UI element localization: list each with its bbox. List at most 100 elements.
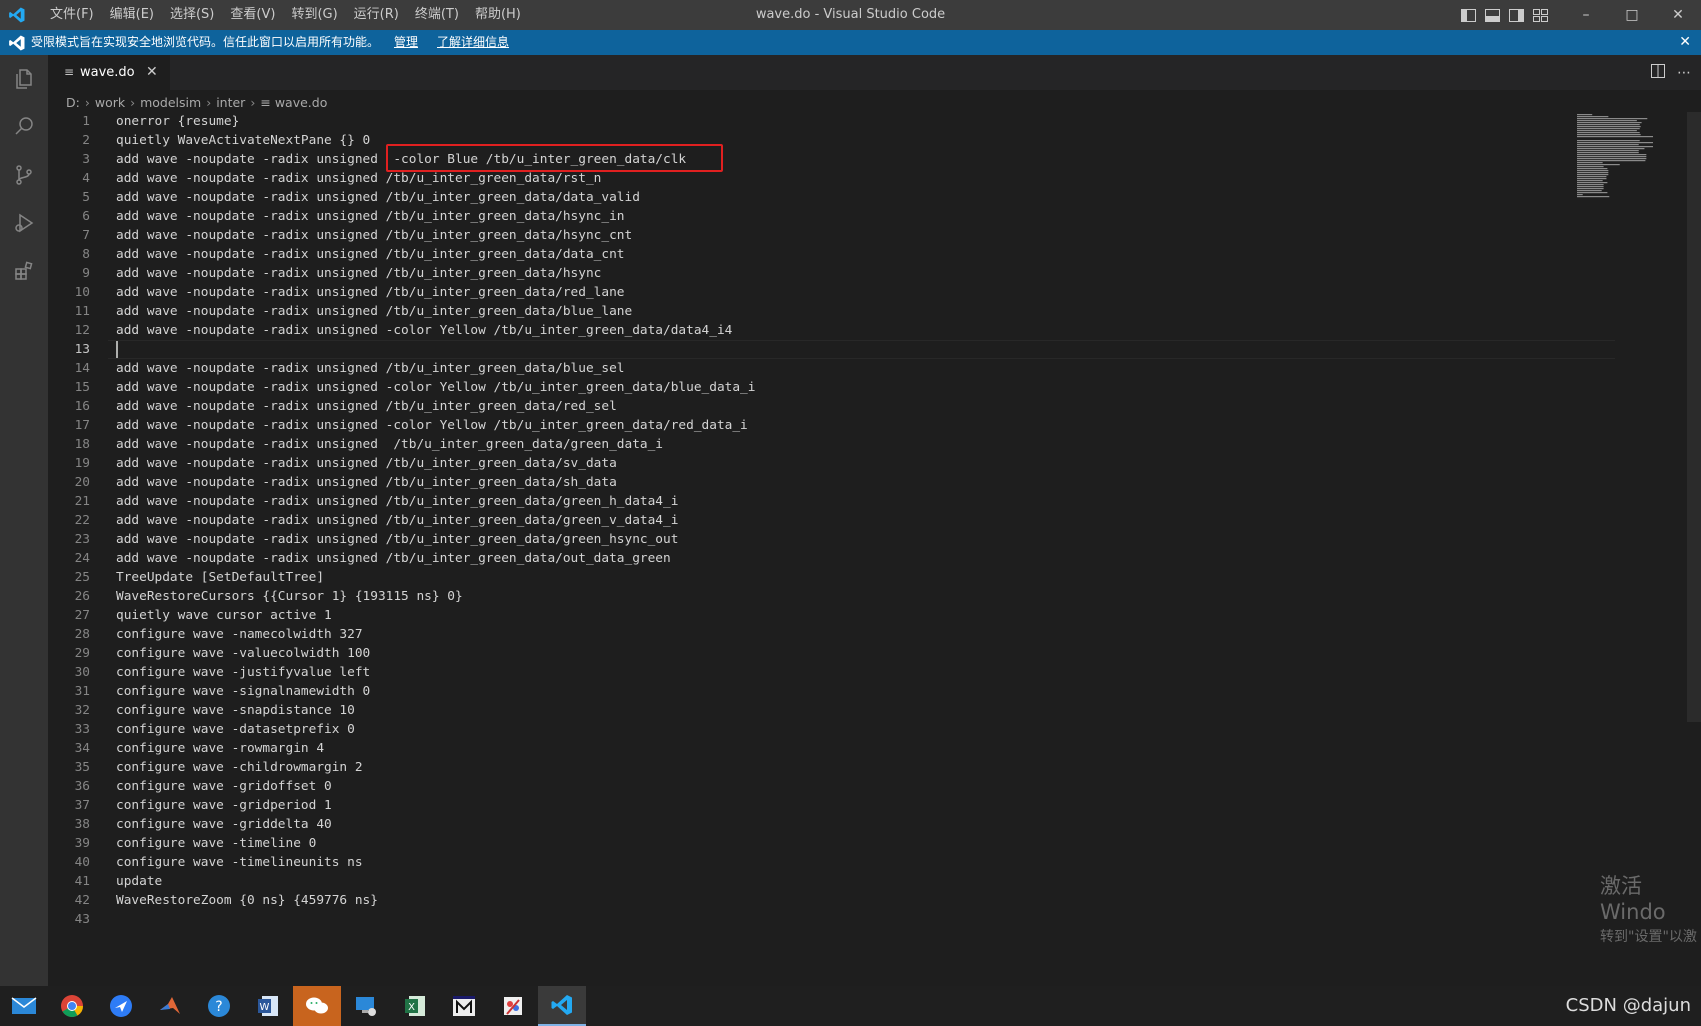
code-line[interactable]: 39 configure wave -timeline 0 <box>48 834 1568 853</box>
code-line[interactable]: 43 <box>48 910 1568 929</box>
matlab-icon[interactable] <box>146 986 194 1026</box>
feishu-icon[interactable] <box>97 986 145 1026</box>
help-icon[interactable]: ? <box>195 986 243 1026</box>
line-number: 17 <box>74 418 90 433</box>
code-line[interactable]: 33 configure wave -datasetprefix 0 <box>48 720 1568 739</box>
minimap[interactable] <box>1575 112 1655 202</box>
code-text: configure wave -datasetprefix 0 <box>116 722 355 737</box>
vscode-taskbar-icon[interactable] <box>538 986 586 1026</box>
breadcrumb-inter[interactable]: inter <box>214 95 247 110</box>
code-line[interactable]: 31 configure wave -signalnamewidth 0 <box>48 682 1568 701</box>
code-line[interactable]: 4 add wave -noupdate -radix unsigned /tb/… <box>48 169 1568 188</box>
tab-wave-do[interactable]: ≡ wave.do ✕ <box>48 55 170 90</box>
manage-link[interactable]: 管理 <box>394 30 418 55</box>
paint-icon[interactable] <box>489 986 537 1026</box>
learn-more-link[interactable]: 了解详细信息 <box>437 30 509 55</box>
menu-item[interactable]: 文件(F) <box>42 0 102 30</box>
menu-item[interactable]: 选择(S) <box>162 0 222 30</box>
menu-item[interactable]: 编辑(E) <box>102 0 162 30</box>
code-line[interactable]: 32 configure wave -snapdistance 10 <box>48 701 1568 720</box>
more-actions-icon[interactable]: ⋯ <box>1677 65 1691 81</box>
code-line[interactable]: 38 configure wave -griddelta 40 <box>48 815 1568 834</box>
tab-close-icon[interactable]: ✕ <box>146 55 158 90</box>
minimize-icon[interactable]: – <box>1563 0 1609 30</box>
code-line[interactable]: 12 add wave -noupdate -radix unsigned -co… <box>48 321 1568 340</box>
code-line[interactable]: 11 add wave -noupdate -radix unsigned /tb… <box>48 302 1568 321</box>
menu-item[interactable]: 终端(T) <box>407 0 467 30</box>
code-line[interactable]: 7 add wave -noupdate -radix unsigned /tb/… <box>48 226 1568 245</box>
banner-close-icon[interactable]: ✕ <box>1679 30 1691 55</box>
toggle-primary-sidebar-icon[interactable] <box>1459 6 1477 24</box>
code-line[interactable]: 22 add wave -noupdate -radix unsigned /tb… <box>48 511 1568 530</box>
code-line[interactable]: 6 add wave -noupdate -radix unsigned /tb/… <box>48 207 1568 226</box>
code-line[interactable]: 42 WaveRestoreZoom {0 ns} {459776 ns} <box>48 891 1568 910</box>
code-line[interactable]: 15 add wave -noupdate -radix unsigned -co… <box>48 378 1568 397</box>
word-icon[interactable]: W <box>244 986 292 1026</box>
split-editor-icon[interactable] <box>1651 63 1665 82</box>
close-window-icon[interactable]: ✕ <box>1655 0 1701 30</box>
code-line[interactable]: 27 quietly wave cursor active 1 <box>48 606 1568 625</box>
code-line[interactable]: 34 configure wave -rowmargin 4 <box>48 739 1568 758</box>
remote-desktop-icon[interactable] <box>342 986 390 1026</box>
customize-layout-icon[interactable] <box>1531 6 1549 24</box>
toggle-secondary-sidebar-icon[interactable] <box>1507 6 1525 24</box>
modelsim-icon[interactable] <box>440 986 488 1026</box>
code-line[interactable]: 5 add wave -noupdate -radix unsigned /tb/… <box>48 188 1568 207</box>
explorer-icon[interactable] <box>0 55 48 103</box>
minimap-line <box>1577 170 1609 172</box>
vertical-scrollbar[interactable] <box>1687 112 1701 722</box>
maximize-icon[interactable]: □ <box>1609 0 1655 30</box>
line-number: 16 <box>74 399 90 414</box>
breadcrumb-modelsim[interactable]: modelsim <box>138 95 203 110</box>
code-line[interactable]: 29 configure wave -valuecolwidth 100 <box>48 644 1568 663</box>
code-line[interactable]: 14 add wave -noupdate -radix unsigned /tb… <box>48 359 1568 378</box>
minimap-line <box>1577 184 1604 186</box>
code-line[interactable]: 2 quietly WaveActivateNextPane {} 0 <box>48 131 1568 150</box>
code-line[interactable]: 16 add wave -noupdate -radix unsigned /tb… <box>48 397 1568 416</box>
code-line[interactable]: 24 add wave -noupdate -radix unsigned /tb… <box>48 549 1568 568</box>
code-line[interactable]: 10 add wave -noupdate -radix unsigned /tb… <box>48 283 1568 302</box>
breadcrumb: D: › work › modelsim › inter › ≡ wave.do <box>64 92 329 112</box>
code-line[interactable]: 1 onerror {resume} <box>48 112 1568 131</box>
run-debug-icon[interactable] <box>0 199 48 247</box>
code-editor[interactable]: 1 onerror {resume} 2 quietly WaveActivateNe… <box>48 112 1615 932</box>
code-line[interactable]: 30 configure wave -justifyvalue left <box>48 663 1568 682</box>
code-line[interactable]: 37 configure wave -gridperiod 1 <box>48 796 1568 815</box>
code-line[interactable]: 13 <box>48 340 1615 359</box>
code-line[interactable]: 8 add wave -noupdate -radix unsigned /tb/… <box>48 245 1568 264</box>
source-control-icon[interactable] <box>0 151 48 199</box>
code-text: configure wave -snapdistance 10 <box>116 703 355 718</box>
code-line[interactable]: 28 configure wave -namecolwidth 327 <box>48 625 1568 644</box>
current-line-highlight <box>108 340 1615 359</box>
code-line[interactable]: 3 add wave -noupdate -radix unsigned -col… <box>48 150 1568 169</box>
search-icon[interactable] <box>0 103 48 151</box>
mail-icon[interactable] <box>0 986 48 1026</box>
menu-item[interactable]: 查看(V) <box>222 0 283 30</box>
toggle-panel-icon[interactable] <box>1483 6 1501 24</box>
code-line[interactable]: 17 add wave -noupdate -radix unsigned -co… <box>48 416 1568 435</box>
menu-item[interactable]: 帮助(H) <box>467 0 529 30</box>
code-line[interactable]: 20 add wave -noupdate -radix unsigned /tb… <box>48 473 1568 492</box>
code-line[interactable]: 19 add wave -noupdate -radix unsigned /tb… <box>48 454 1568 473</box>
code-line[interactable]: 41 update <box>48 872 1568 891</box>
breadcrumb-work[interactable]: work <box>93 95 127 110</box>
code-line[interactable]: 40 configure wave -timelineunits ns <box>48 853 1568 872</box>
code-line[interactable]: 25 TreeUpdate [SetDefaultTree] <box>48 568 1568 587</box>
code-line[interactable]: 18 add wave -noupdate -radix unsigned /tb… <box>48 435 1568 454</box>
code-line[interactable]: 26 WaveRestoreCursors {{Cursor 1} {193115… <box>48 587 1568 606</box>
chrome-icon[interactable] <box>48 986 96 1026</box>
breadcrumb-drive[interactable]: D: <box>64 95 82 110</box>
menu-item[interactable]: 转到(G) <box>283 0 345 30</box>
code-line[interactable]: 35 configure wave -childrowmargin 2 <box>48 758 1568 777</box>
extensions-icon[interactable] <box>0 247 48 295</box>
code-line[interactable]: 9 add wave -noupdate -radix unsigned /tb/… <box>48 264 1568 283</box>
excel-icon[interactable]: X <box>391 986 439 1026</box>
menu-item[interactable]: 运行(R) <box>346 0 407 30</box>
code-line[interactable]: 36 configure wave -gridoffset 0 <box>48 777 1568 796</box>
code-text: configure wave -namecolwidth 327 <box>116 627 363 642</box>
code-line[interactable]: 23 add wave -noupdate -radix unsigned /tb… <box>48 530 1568 549</box>
breadcrumb-file[interactable]: wave.do <box>273 95 330 110</box>
wechat-icon[interactable] <box>293 986 341 1026</box>
code-text: update <box>116 874 163 889</box>
code-line[interactable]: 21 add wave -noupdate -radix unsigned /tb… <box>48 492 1568 511</box>
